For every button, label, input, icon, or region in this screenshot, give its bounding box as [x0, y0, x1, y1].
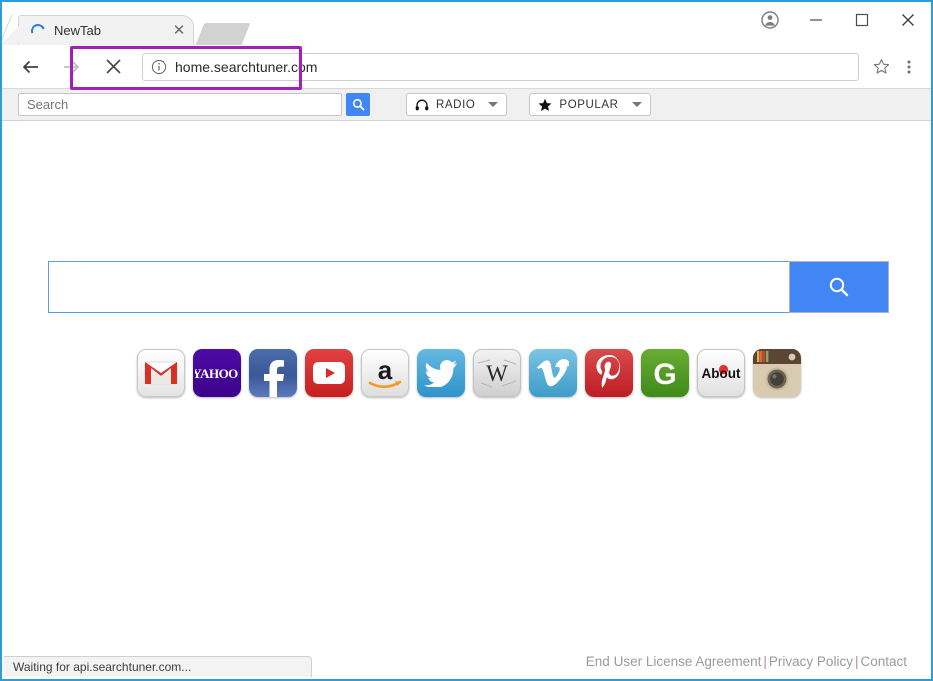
stop-loading-button[interactable]: [98, 52, 128, 82]
profile-avatar-icon[interactable]: [747, 4, 793, 36]
window-close-button[interactable]: [885, 4, 931, 36]
new-tab-button[interactable]: [195, 23, 251, 45]
tile-gmail[interactable]: [136, 349, 185, 397]
forward-button: [56, 52, 86, 82]
amazon-icon: a: [368, 355, 401, 389]
svg-text:a: a: [377, 355, 392, 385]
bookmark-star-icon[interactable]: [867, 53, 895, 81]
vimeo-icon: [536, 359, 569, 387]
star-icon: [538, 98, 552, 112]
tile-about[interactable]: About: [696, 349, 745, 397]
svg-text:W: W: [486, 361, 508, 386]
tile-wikipedia[interactable]: W: [472, 349, 521, 397]
browser-window: NewTab ✕ home.searchtuner.com Search RAD…: [0, 0, 933, 681]
headphones-icon: [415, 98, 429, 111]
tile-twitter[interactable]: [416, 349, 465, 397]
yahoo-icon: YAHOO!: [195, 366, 239, 381]
wikipedia-icon: W: [477, 359, 516, 388]
chevron-down-icon: [631, 102, 642, 107]
tile-facebook[interactable]: [248, 349, 297, 397]
tab-title: NewTab: [54, 23, 101, 38]
main-search-group: [48, 261, 889, 313]
tile-pinterest[interactable]: [584, 349, 633, 397]
main-search-input[interactable]: [48, 261, 789, 313]
main-search-button[interactable]: [789, 261, 889, 313]
radio-dropdown-button[interactable]: RADIO: [406, 93, 508, 116]
gmail-icon: [144, 361, 177, 385]
page-content: YAHOO! a: [2, 121, 931, 679]
facebook-icon: [263, 360, 284, 397]
contact-link[interactable]: Contact: [860, 654, 907, 669]
youtube-icon: [312, 362, 345, 384]
eula-link[interactable]: End User License Agreement: [586, 654, 762, 669]
about-icon: About: [701, 364, 740, 381]
tile-yahoo[interactable]: YAHOO!: [192, 349, 241, 397]
tile-amazon[interactable]: a: [360, 349, 409, 397]
twitter-icon: [423, 359, 457, 387]
navigation-toolbar: home.searchtuner.com: [2, 45, 931, 90]
extension-toolbar: RADIO POPULAR: [2, 89, 931, 121]
svg-text:G: G: [653, 358, 676, 391]
pinterest-icon: [596, 355, 620, 388]
svg-text:About: About: [701, 366, 740, 381]
privacy-policy-link[interactable]: Privacy Policy: [769, 654, 853, 669]
tab-close-icon[interactable]: ✕: [171, 23, 187, 39]
chevron-down-icon: [488, 102, 499, 107]
tile-vimeo[interactable]: [528, 349, 577, 397]
browser-menu-icon[interactable]: [895, 53, 923, 81]
tile-youtube[interactable]: [304, 349, 353, 397]
back-button[interactable]: [16, 52, 46, 82]
address-bar[interactable]: home.searchtuner.com: [142, 52, 859, 81]
shortcut-tiles: YAHOO! a: [2, 349, 931, 397]
tab-newtab[interactable]: NewTab ✕: [18, 15, 194, 45]
status-bar: Waiting for api.searchtuner.com...: [4, 656, 312, 677]
tile-groupon[interactable]: G: [640, 349, 689, 397]
toolbar-search-button[interactable]: [346, 93, 370, 116]
popular-dropdown-button[interactable]: POPULAR: [529, 93, 651, 116]
window-minimize-button[interactable]: [793, 4, 839, 36]
status-bar-text: Waiting for api.searchtuner.com...: [13, 660, 192, 674]
radio-dropdown-label: RADIO: [436, 98, 476, 111]
window-maximize-button[interactable]: [839, 4, 885, 36]
window-controls: [747, 2, 931, 38]
toolbar-search-input[interactable]: [18, 93, 342, 116]
popular-dropdown-label: POPULAR: [559, 98, 619, 111]
toolbar-search-group: [18, 93, 370, 116]
groupon-icon: G: [653, 358, 676, 391]
info-circle-icon[interactable]: [151, 59, 167, 75]
footer-links: End User License Agreement | Privacy Polic…: [586, 654, 907, 669]
instagram-icon: [752, 349, 801, 397]
footer-separator: |: [763, 654, 767, 669]
tab-strip: NewTab ✕: [2, 2, 931, 45]
svg-text:YAHOO!: YAHOO!: [195, 366, 239, 381]
tile-instagram[interactable]: [752, 349, 801, 397]
address-bar-url: home.searchtuner.com: [175, 58, 318, 75]
tab-loading-spinner-icon: [28, 21, 48, 40]
